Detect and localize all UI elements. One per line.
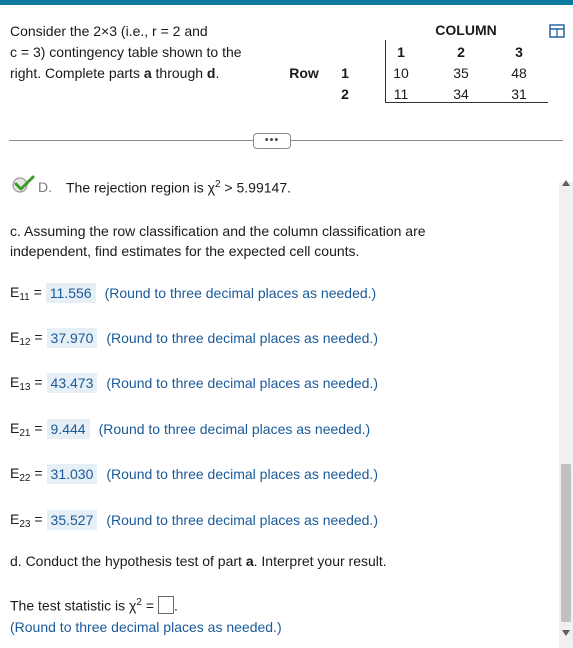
column-label-2: 2: [457, 44, 465, 60]
part-a-ref: a: [245, 553, 254, 569]
top-accent-bar: [0, 0, 573, 5]
answer-value: 37.970: [46, 328, 98, 348]
part-d-text: d. Conduct the hypothesis test of part: [10, 553, 246, 569]
expected-count-e11: E11 = 11.556 (Round to three decimal pla…: [10, 282, 376, 304]
show-more-button[interactable]: •••: [253, 133, 291, 149]
rounding-note: (Round to three decimal places as needed…: [106, 466, 378, 482]
table-cell: 35: [453, 65, 469, 81]
test-stat-rounding-note: (Round to three decimal places as needed…: [10, 619, 282, 635]
intro-text: through: [151, 65, 207, 81]
test-stat-prefix: The test statistic is χ: [10, 597, 137, 614]
test-statistic-input[interactable]: [158, 595, 175, 614]
cell-label: E23 =: [10, 510, 43, 530]
column-label-3: 3: [515, 44, 523, 60]
intro-line-3: right. Complete parts a through d.: [10, 63, 285, 84]
cell-label: E21 =: [10, 419, 43, 439]
column-header: COLUMN: [435, 22, 497, 38]
answer-value: 43.473: [46, 373, 98, 393]
cell-label: E11 =: [10, 283, 42, 303]
question-intro: Consider the 2×3 (i.e., r = 2 and c = 3)…: [10, 21, 285, 84]
expected-count-e23: E23 = 35.527 (Round to three decimal pla…: [10, 509, 378, 531]
answer-value: 9.444: [46, 419, 90, 439]
row-label-2: 2: [341, 86, 349, 102]
expected-count-e13: E13 = 43.473 (Round to three decimal pla…: [10, 372, 378, 394]
expected-count-e21: E21 = 9.444 (Round to three decimal plac…: [10, 418, 370, 440]
answer-value: 11.556: [45, 283, 96, 303]
expand-table-icon[interactable]: [549, 24, 565, 38]
period: .: [174, 597, 178, 614]
cell-label: E12 =: [10, 328, 43, 348]
intro-line-2: c = 3) contingency table shown to the: [10, 44, 242, 60]
rejection-prefix: The rejection region is χ: [66, 179, 215, 196]
row-header: Row: [289, 65, 319, 81]
intro-text: right. Complete parts: [10, 65, 144, 81]
rejection-suffix: > 5.99147.: [220, 179, 291, 196]
table-divider-horizontal: [385, 102, 548, 103]
column-label-1: 1: [397, 44, 405, 60]
scrollbar-thumb[interactable]: [561, 464, 571, 622]
selected-option-letter: D.: [38, 179, 52, 195]
expected-count-e22: E22 = 31.030 (Round to three decimal pla…: [10, 463, 378, 485]
rounding-note: (Round to three decimal places as needed…: [98, 421, 371, 437]
rounding-note: (Round to three decimal places as needed…: [106, 330, 378, 346]
scroll-up-icon[interactable]: [562, 180, 570, 186]
cell-label: E13 =: [10, 373, 43, 393]
intro-line-1: Consider the 2×3 (i.e., r = 2 and: [10, 23, 208, 39]
table-cell: 48: [511, 65, 527, 81]
answer-value: 31.030: [46, 464, 98, 484]
table-divider-vertical: [385, 40, 386, 103]
test-statistic-prompt: The test statistic is χ2 =.: [10, 593, 178, 616]
intro-text: .: [215, 65, 220, 81]
row-label-1: 1: [341, 65, 349, 81]
table-cell: 34: [453, 86, 469, 102]
expected-count-e12: E12 = 37.970 (Round to three decimal pla…: [10, 327, 378, 349]
table-cell: 10: [393, 65, 409, 81]
part-a-ref: a: [143, 65, 152, 81]
part-c-prompt: c. Assuming the row classification and t…: [10, 221, 426, 261]
part-d-text: . Interpret your result.: [253, 553, 387, 569]
scroll-down-icon[interactable]: [562, 630, 570, 636]
table-cell: 31: [511, 86, 527, 102]
part-c-line-2: independent, find estimates for the expe…: [10, 243, 360, 259]
rounding-note: (Round to three decimal places as needed…: [104, 285, 377, 301]
rounding-note: (Round to three decimal places as needed…: [106, 512, 378, 528]
rejection-region-text: The rejection region is χ2 > 5.99147.: [66, 179, 291, 196]
rounding-note: (Round to three decimal places as needed…: [106, 375, 378, 391]
cell-label: E22 =: [10, 464, 43, 484]
equals-sign: =: [141, 597, 155, 614]
radio-correct-check-icon: [12, 175, 35, 193]
part-c-line-1: c. Assuming the row classification and t…: [10, 223, 426, 239]
table-cell: 11: [393, 86, 409, 102]
answer-value: 35.527: [46, 510, 98, 530]
part-d-prompt: d. Conduct the hypothesis test of part a…: [10, 551, 387, 571]
